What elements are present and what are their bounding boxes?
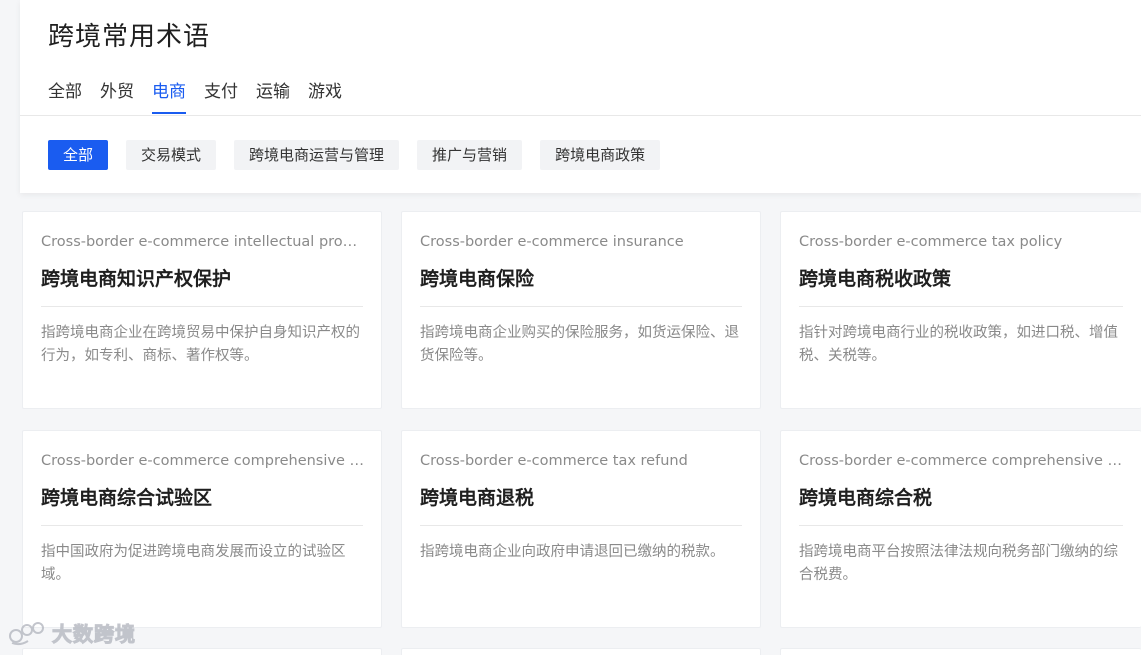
term-description: 指跨境电商企业购买的保险服务，如货运保险、退货保险等。	[420, 325, 739, 364]
term-card-partial[interactable]	[22, 648, 382, 655]
term-title: 跨境电商综合试验区	[41, 487, 213, 509]
term-title: 跨境电商退税	[420, 487, 535, 509]
card-divider	[799, 306, 1123, 307]
tab-all[interactable]: 全部	[48, 80, 82, 114]
filter-chip-trade-mode[interactable]: 交易模式	[126, 140, 217, 170]
term-card[interactable]: Cross-border e-commerce comprehensive ta…	[780, 430, 1141, 628]
card-divider	[41, 306, 363, 307]
brand-logo-icon	[9, 621, 44, 645]
filter-chip-policy[interactable]: 跨境电商政策	[540, 140, 661, 170]
tab-payment[interactable]: 支付	[204, 80, 238, 114]
card-divider	[420, 306, 742, 307]
page: 跨境常用术语 全部 外贸 电商 支付 运输 游戏 全部 交易模式 跨境电商运营与…	[0, 0, 1141, 655]
term-description: 指跨境电商企业在跨境贸易中保护自身知识产权的行为，如专利、商标、著作权等。	[41, 325, 360, 364]
watermark: 大数跨境	[8, 618, 136, 647]
card-divider	[799, 525, 1123, 526]
term-card[interactable]: Cross-border e-commerce intellectual pro…	[22, 211, 382, 409]
term-description: 指针对跨境电商行业的税收政策，如进口税、增值税、关税等。	[799, 325, 1118, 364]
term-english: Cross-border e-commerce intellectual pro…	[41, 234, 365, 250]
subcategory-filters: 全部 交易模式 跨境电商运营与管理 推广与营销 跨境电商政策	[48, 140, 661, 170]
term-english: Cross-border e-commerce comprehensive ta…	[799, 453, 1123, 469]
term-card[interactable]: Cross-border e-commerce tax refund 跨境电商退…	[401, 430, 761, 628]
term-description: 指跨境电商企业向政府申请退回已缴纳的税款。	[420, 544, 725, 560]
term-title: 跨境电商知识产权保护	[41, 268, 232, 290]
tab-foreign-trade[interactable]: 外贸	[100, 80, 134, 114]
filter-chip-operations[interactable]: 跨境电商运营与管理	[234, 140, 400, 170]
category-tabs: 全部 外贸 电商 支付 运输 游戏	[48, 80, 360, 114]
term-card[interactable]: Cross-border e-commerce insurance 跨境电商保险…	[401, 211, 761, 409]
term-title: 跨境电商综合税	[799, 487, 933, 509]
tabs-divider	[20, 115, 1141, 116]
term-english: Cross-border e-commerce insurance	[420, 234, 684, 250]
card-divider	[420, 525, 742, 526]
term-english: Cross-border e-commerce tax policy	[799, 234, 1063, 250]
tab-games[interactable]: 游戏	[308, 80, 342, 114]
term-title: 跨境电商税收政策	[799, 268, 952, 290]
page-title: 跨境常用术语	[48, 22, 211, 52]
tab-shipping[interactable]: 运输	[256, 80, 290, 114]
filter-chip-all[interactable]: 全部	[48, 140, 109, 170]
card-divider	[41, 525, 363, 526]
term-title: 跨境电商保险	[420, 268, 535, 290]
term-card-partial[interactable]	[401, 648, 761, 655]
term-card-partial[interactable]	[780, 648, 1141, 655]
header-panel: 跨境常用术语 全部 外贸 电商 支付 运输 游戏 全部 交易模式 跨境电商运营与…	[20, 0, 1141, 193]
term-card[interactable]: Cross-border e-commerce comprehensive te…	[22, 430, 382, 628]
term-description: 指中国政府为促进跨境电商发展而设立的试验区域。	[41, 544, 346, 583]
term-card[interactable]: Cross-border e-commerce tax policy 跨境电商税…	[780, 211, 1141, 409]
watermark-text: 大数跨境	[52, 622, 136, 647]
tab-ecommerce[interactable]: 电商	[152, 80, 186, 114]
term-english: Cross-border e-commerce tax refund	[420, 453, 688, 469]
term-description: 指跨境电商平台按照法律法规向税务部门缴纳的综合税费。	[799, 544, 1118, 583]
term-english: Cross-border e-commerce comprehensive te…	[41, 453, 365, 469]
filter-chip-marketing[interactable]: 推广与营销	[417, 140, 523, 170]
